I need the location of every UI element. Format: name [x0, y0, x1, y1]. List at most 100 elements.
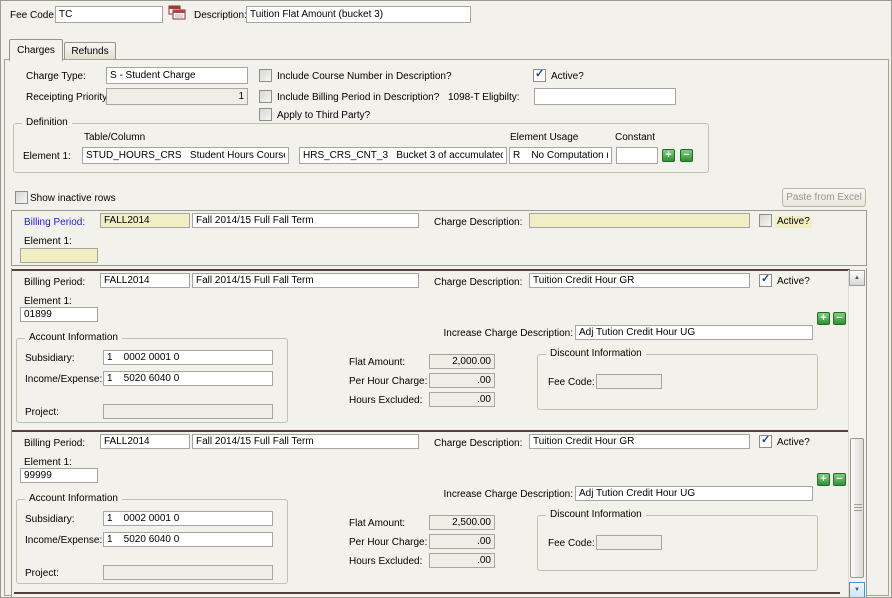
checkbox-row-active[interactable]: ✓	[759, 435, 772, 448]
checkbox-row-active[interactable]: ✓	[759, 274, 772, 287]
include-course-label: Include Course Number in Description?	[277, 71, 452, 83]
checkbox-show-inactive[interactable]	[15, 191, 28, 204]
increase-charge-description-field[interactable]	[575, 486, 813, 501]
tab-refunds[interactable]: Refunds	[64, 42, 116, 59]
subsidiary-field[interactable]	[103, 350, 273, 365]
element1-label: Element 1:	[24, 236, 72, 248]
checkbox-include-billing[interactable]	[259, 90, 272, 103]
charge-description-field[interactable]	[529, 273, 750, 288]
charge-description-label: Charge Description:	[434, 277, 522, 289]
element-usage-header: Element Usage	[510, 132, 578, 144]
term-description-field[interactable]	[192, 213, 419, 228]
receipting-priority-label: Receipting Priority:	[26, 92, 110, 104]
account-information-group: Account Information Subsidiary: Income/E…	[16, 499, 288, 584]
project-field[interactable]	[103, 404, 273, 419]
increase-charge-description-field[interactable]	[575, 325, 813, 340]
project-label: Project:	[25, 407, 59, 419]
account-information-group: Account Information Subsidiary: Income/E…	[16, 338, 288, 423]
charge-type-field[interactable]	[106, 67, 248, 84]
hours-excluded-field[interactable]	[429, 553, 495, 568]
discount-information-legend: Discount Information	[546, 509, 646, 520]
scroll-up-button[interactable]: ▲	[849, 270, 865, 286]
checkbox-apply-third-party[interactable]	[259, 108, 272, 121]
per-hour-charge-field[interactable]	[429, 373, 495, 388]
term-description-field[interactable]	[192, 434, 419, 449]
check-icon: ✓	[761, 272, 770, 285]
subsidiary-label: Subsidiary:	[25, 514, 74, 526]
scroll-down-icon: ▼	[854, 587, 860, 593]
remove-element-button[interactable]: −	[680, 149, 693, 162]
flat-amount-field[interactable]	[429, 515, 495, 530]
billing-period-label: Billing Period:	[24, 277, 85, 289]
add-row-button[interactable]: +	[817, 312, 830, 325]
charge-type-label: Charge Type:	[26, 71, 86, 83]
element1-value-field[interactable]	[20, 248, 98, 263]
per-hour-charge-label: Per Hour Charge:	[349, 537, 427, 549]
income-expense-field[interactable]	[103, 371, 273, 386]
checkbox-active-main[interactable]: ✓	[533, 69, 546, 82]
flat-amount-label: Flat Amount:	[349, 518, 405, 530]
checkbox-row-active[interactable]	[759, 214, 772, 227]
per-hour-charge-label: Per Hour Charge:	[349, 376, 427, 388]
charge-description-field[interactable]	[529, 213, 750, 228]
element1-table-field[interactable]	[82, 147, 289, 164]
remove-row-button[interactable]: −	[833, 312, 846, 325]
term-description-field[interactable]	[192, 273, 419, 288]
scroll-down-button[interactable]: ▼	[849, 582, 865, 598]
discount-fee-code-field[interactable]	[596, 374, 662, 389]
discount-fee-code-label: Fee Code:	[548, 377, 595, 389]
discount-information-legend: Discount Information	[546, 348, 646, 359]
definition-group: Definition Table/Column Element Usage Co…	[13, 123, 709, 173]
description-field[interactable]	[246, 6, 471, 23]
charge-description-field[interactable]	[529, 434, 750, 449]
project-field[interactable]	[103, 565, 273, 580]
charge-rows-list: Billing Period: Charge Description: ✓ Ac…	[11, 268, 867, 598]
subsidiary-field[interactable]	[103, 511, 273, 526]
fee-code-field[interactable]	[55, 6, 163, 23]
remove-row-button[interactable]: −	[833, 473, 846, 486]
billing-period-field[interactable]	[100, 213, 190, 228]
element1-column-field[interactable]	[299, 147, 507, 164]
flat-amount-field[interactable]	[429, 354, 495, 369]
income-expense-label: Income/Expense:	[25, 535, 102, 547]
billing-period-field[interactable]	[100, 273, 190, 288]
increase-charge-description-label: Increase Charge Description:	[443, 328, 573, 340]
element1-value-field[interactable]	[20, 307, 98, 322]
income-expense-label: Income/Expense:	[25, 374, 102, 386]
account-information-legend: Account Information	[25, 332, 122, 343]
add-element-button[interactable]: +	[662, 149, 675, 162]
thumb-grip-icon	[854, 504, 862, 511]
element1-constant-field[interactable]	[616, 147, 658, 164]
project-label: Project:	[25, 568, 59, 580]
discount-information-group: Discount Information Fee Code:	[537, 354, 818, 410]
constant-header: Constant	[615, 132, 655, 144]
add-row-button[interactable]: +	[817, 473, 830, 486]
per-hour-charge-field[interactable]	[429, 534, 495, 549]
paste-from-excel-button[interactable]: Paste from Excel	[782, 188, 866, 207]
income-expense-field[interactable]	[103, 532, 273, 547]
row-active-label: Active?	[777, 437, 810, 449]
billing-period-field[interactable]	[100, 434, 190, 449]
discount-fee-code-field[interactable]	[596, 535, 662, 550]
discount-information-group: Discount Information Fee Code:	[537, 515, 818, 571]
apply-third-party-label: Apply to Third Party?	[277, 110, 370, 122]
element1-value-field[interactable]	[20, 468, 98, 483]
checkbox-include-course[interactable]	[259, 69, 272, 82]
tab-charges[interactable]: Charges	[9, 39, 63, 61]
element1-usage-field[interactable]	[509, 147, 612, 164]
fee-code-label: Fee Code:	[10, 10, 57, 22]
eligibility-1098t-field[interactable]	[534, 88, 676, 105]
subsidiary-label: Subsidiary:	[25, 353, 74, 365]
scroll-thumb[interactable]	[850, 438, 864, 578]
scroll-up-icon: ▲	[854, 275, 860, 281]
include-billing-label: Include Billing Period in Description?	[277, 92, 439, 104]
increase-charge-description-label: Increase Charge Description:	[443, 489, 573, 501]
hours-excluded-label: Hours Excluded:	[349, 556, 422, 568]
receipting-priority-field[interactable]	[106, 88, 248, 105]
hours-excluded-field[interactable]	[429, 392, 495, 407]
flat-amount-label: Flat Amount:	[349, 357, 405, 369]
fee-maintenance-window: Fee Code: Description: Charges Refunds C…	[0, 0, 892, 598]
scrollbar[interactable]: ▲ ▼	[848, 270, 865, 598]
lookup-icon[interactable]	[168, 5, 186, 24]
description-label: Description:	[194, 10, 247, 22]
